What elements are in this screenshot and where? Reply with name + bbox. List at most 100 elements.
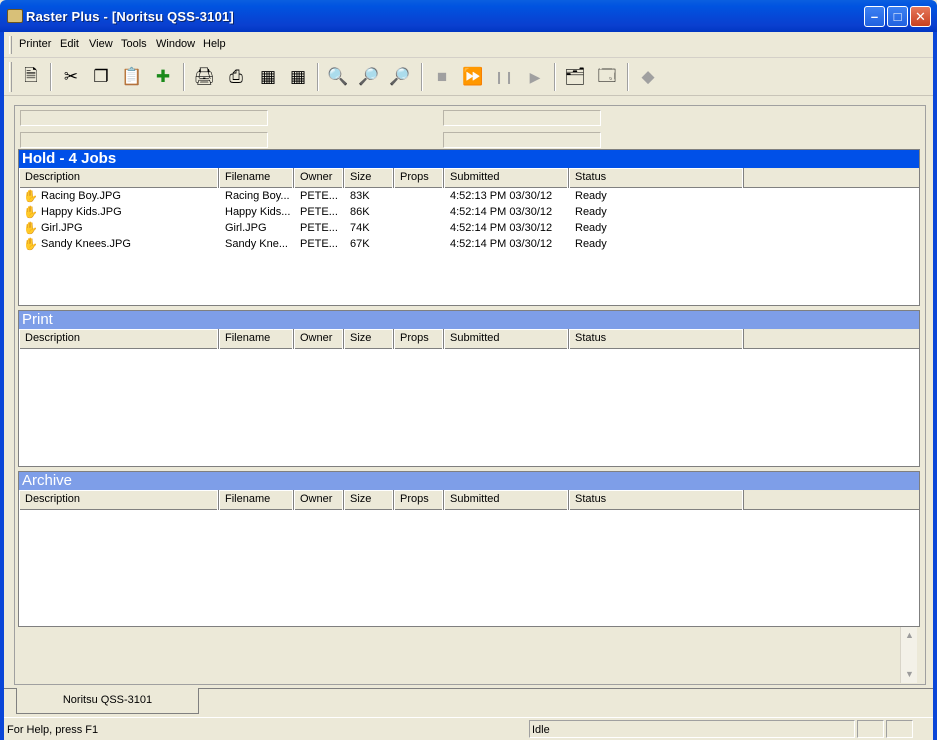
menu-window[interactable]: Window — [156, 38, 195, 50]
column-filename[interactable]: Filename — [219, 490, 294, 510]
scroll-up-arrow[interactable]: ▲ — [902, 628, 917, 642]
column-status[interactable]: Status — [569, 168, 744, 188]
hold-hand-icon: ✋ — [23, 221, 38, 235]
column-owner[interactable]: Owner — [294, 490, 344, 510]
hold-job-list: ✋ Racing Boy.JPG Racing Boy... PETE... 8… — [19, 188, 919, 252]
job-size: 67K — [350, 238, 370, 250]
column-props[interactable]: Props — [394, 168, 444, 188]
column-props[interactable]: Props — [394, 490, 444, 510]
menu-printer[interactable]: Printer — [19, 38, 51, 50]
job-props — [400, 236, 443, 252]
job-submitted: 4:52:14 PM 03/30/12 — [450, 238, 553, 250]
stop-icon[interactable]: ■ — [429, 64, 455, 90]
status-state: Idle — [529, 720, 855, 738]
workspace: Hold - 4 Jobs Description Filename Owner… — [4, 97, 933, 717]
menu-grip[interactable] — [9, 36, 12, 54]
hold-hand-icon: ✋ — [23, 205, 38, 219]
title-bar[interactable]: Raster Plus - [Noritsu QSS-3101] – □ ✕ — [0, 0, 937, 32]
job-description: Girl.JPG — [41, 222, 83, 234]
menu-edit[interactable]: Edit — [60, 38, 79, 50]
column-status[interactable]: Status — [569, 490, 744, 510]
column-filename[interactable]: Filename — [219, 329, 294, 349]
properties-icon[interactable]: 🗂 — [562, 64, 588, 90]
job-props — [400, 204, 443, 220]
toolbar-separator — [183, 63, 185, 91]
job-size: 86K — [350, 206, 370, 218]
job-owner: PETE... — [300, 206, 338, 218]
window-frame-right — [933, 32, 937, 740]
status-help-text: For Help, press F1 — [4, 720, 528, 738]
job-row[interactable]: ✋ Racing Boy.JPG Racing Boy... PETE... 8… — [19, 188, 919, 204]
archive-queue[interactable]: Archive Description Filename Owner Size … — [18, 471, 920, 627]
info-field — [20, 132, 268, 148]
job-props — [400, 220, 443, 236]
job-size: 83K — [350, 190, 370, 202]
job-row[interactable]: ✋ Sandy Knees.JPG Sandy Kne... PETE... 6… — [19, 236, 919, 252]
close-button[interactable]: ✕ — [910, 6, 931, 27]
job-status: Ready — [575, 190, 607, 202]
job-submitted: 4:52:14 PM 03/30/12 — [450, 222, 553, 234]
layout-single-icon[interactable]: ▦ — [255, 64, 281, 90]
column-filename[interactable]: Filename — [219, 168, 294, 188]
print-icon[interactable]: 🖨 — [191, 64, 217, 90]
print-queue[interactable]: Print Description Filename Owner Size Pr… — [18, 310, 920, 467]
zoom-icon[interactable]: 🔍 — [325, 64, 351, 90]
status-indicator — [857, 720, 884, 738]
menu-help[interactable]: Help — [203, 38, 226, 50]
copy-icon[interactable]: ❐ — [88, 64, 114, 90]
paste-icon[interactable]: 📋 — [119, 64, 145, 90]
zoom-out-icon[interactable]: 🔎 — [387, 64, 413, 90]
job-filename: Sandy Kne... — [225, 238, 288, 250]
hold-queue[interactable]: Hold - 4 Jobs Description Filename Owner… — [18, 149, 920, 306]
status-bar: For Help, press F1 Idle — [4, 717, 933, 740]
new-job-icon[interactable]: 🗎 — [18, 64, 44, 90]
job-props — [400, 188, 443, 204]
toolbar: 🗎 ✂ ❐ 📋 ✚ 🖨 ⎙ ▦ ▦ 🔍 🔎 🔎 ■ ⏩ ❙❙ ▶ 🗂 🗔 ◆ — [4, 58, 933, 96]
info-field — [443, 132, 601, 148]
toolbar-grip[interactable] — [9, 62, 12, 92]
minimize-button[interactable]: – — [864, 6, 885, 27]
zoom-in-icon[interactable]: 🔎 — [356, 64, 382, 90]
menu-view[interactable]: View — [89, 38, 113, 50]
fast-forward-icon[interactable]: ⏩ — [460, 64, 486, 90]
print-setup-icon[interactable]: ⎙ — [223, 64, 249, 90]
job-description: Racing Boy.JPG — [41, 190, 121, 202]
column-description[interactable]: Description — [19, 329, 219, 349]
maximize-button[interactable]: □ — [887, 6, 908, 27]
column-size[interactable]: Size — [344, 490, 394, 510]
job-row[interactable]: ✋ Happy Kids.JPG Happy Kids... PETE... 8… — [19, 204, 919, 220]
column-status[interactable]: Status — [569, 329, 744, 349]
menu-tools[interactable]: Tools — [121, 38, 147, 50]
column-header-row: Description Filename Owner Size Props Su… — [19, 490, 919, 510]
column-props[interactable]: Props — [394, 329, 444, 349]
print-queue-title: Print — [19, 311, 919, 329]
document-tab-strip: Noritsu QSS-3101 — [4, 688, 933, 716]
column-submitted[interactable]: Submitted — [444, 168, 569, 188]
column-submitted[interactable]: Submitted — [444, 490, 569, 510]
scroll-down-arrow[interactable]: ▼ — [902, 667, 917, 681]
column-owner[interactable]: Owner — [294, 329, 344, 349]
column-size[interactable]: Size — [344, 168, 394, 188]
pause-icon[interactable]: ❙❙ — [491, 64, 517, 90]
settings-icon[interactable]: 🗔 — [594, 64, 620, 90]
menu-bar: Printer Edit View Tools Window Help — [4, 32, 933, 58]
column-owner[interactable]: Owner — [294, 168, 344, 188]
eraser-icon[interactable]: ◆ — [635, 64, 661, 90]
column-size[interactable]: Size — [344, 329, 394, 349]
column-submitted[interactable]: Submitted — [444, 329, 569, 349]
job-owner: PETE... — [300, 222, 338, 234]
tab-noritsu[interactable]: Noritsu QSS-3101 — [16, 688, 199, 714]
play-icon[interactable]: ▶ — [522, 64, 548, 90]
column-description[interactable]: Description — [19, 490, 219, 510]
job-description: Sandy Knees.JPG — [41, 238, 131, 250]
add-job-icon[interactable]: ✚ — [150, 64, 176, 90]
vertical-scrollbar[interactable]: ▲ ▼ — [900, 627, 917, 683]
hold-hand-icon: ✋ — [23, 189, 38, 203]
layout-multi-icon[interactable]: ▦ — [285, 64, 311, 90]
column-description[interactable]: Description — [19, 168, 219, 188]
cut-icon[interactable]: ✂ — [58, 64, 84, 90]
status-indicator — [886, 720, 913, 738]
job-row[interactable]: ✋ Girl.JPG Girl.JPG PETE... 74K 4:52:14 … — [19, 220, 919, 236]
app-icon[interactable] — [7, 9, 23, 23]
column-header-row: Description Filename Owner Size Props Su… — [19, 329, 919, 349]
